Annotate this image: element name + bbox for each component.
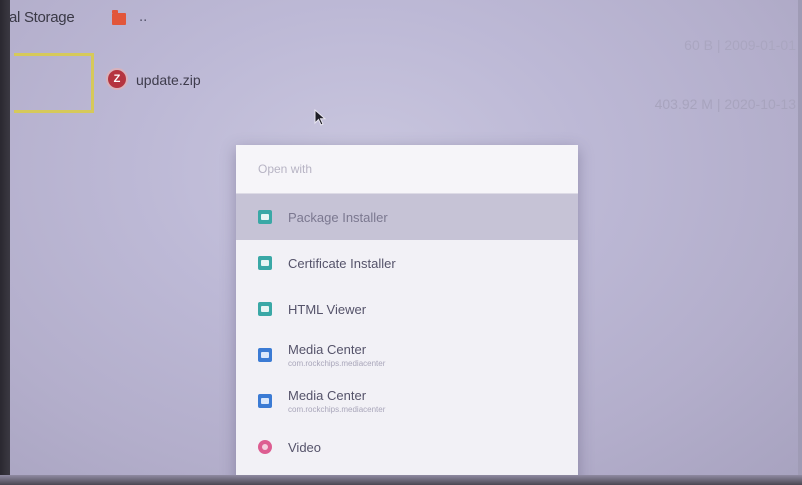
mouse-pointer-icon <box>314 109 327 126</box>
option-label: Media Center <box>288 342 367 357</box>
open-with-dialog: Open with Package Installer Certificate … <box>236 145 578 485</box>
app-icon <box>258 210 272 224</box>
option-package-name: com.rockchips.mediacenter <box>288 359 386 368</box>
option-certificate-installer[interactable]: Certificate Installer <box>236 240 578 286</box>
video-icon <box>258 440 272 454</box>
monitor-bezel-left <box>0 0 10 485</box>
option-label: HTML Viewer <box>288 301 367 317</box>
parent-folder-item[interactable]: .. <box>139 8 147 25</box>
option-media-center-2[interactable]: Media Center com.rockchips.mediacenter <box>236 378 578 424</box>
folder-icon <box>112 10 126 25</box>
option-label: Package Installer <box>288 209 388 225</box>
option-video[interactable]: Video <box>236 424 578 470</box>
zip-file-name[interactable]: update.zip <box>136 72 201 88</box>
option-label: Media Center <box>288 388 367 403</box>
focus-highlight <box>14 53 94 113</box>
monitor-bezel-right <box>798 0 802 485</box>
option-html-viewer[interactable]: HTML Viewer <box>236 286 578 332</box>
media-icon <box>258 394 272 408</box>
app-icon <box>258 302 272 316</box>
screen: al Storage .. Z update.zip 60 B | 2009-0… <box>0 0 802 485</box>
option-package-installer[interactable]: Package Installer <box>236 194 578 240</box>
media-icon <box>258 348 272 362</box>
app-icon <box>258 256 272 270</box>
monitor-bezel-bottom <box>0 475 802 485</box>
file-meta-parent: 60 B | 2009-01-01 <box>684 37 796 53</box>
file-meta-zip: 403.92 M | 2020-10-13 <box>654 96 796 112</box>
storage-label[interactable]: al Storage <box>9 9 75 26</box>
option-label: Certificate Installer <box>288 255 396 271</box>
option-package-name: com.rockchips.mediacenter <box>288 405 386 414</box>
zip-file-icon: Z <box>106 68 128 90</box>
dialog-title: Open with <box>236 145 578 194</box>
option-label: Video <box>288 439 322 455</box>
option-media-center-1[interactable]: Media Center com.rockchips.mediacenter <box>236 332 578 378</box>
